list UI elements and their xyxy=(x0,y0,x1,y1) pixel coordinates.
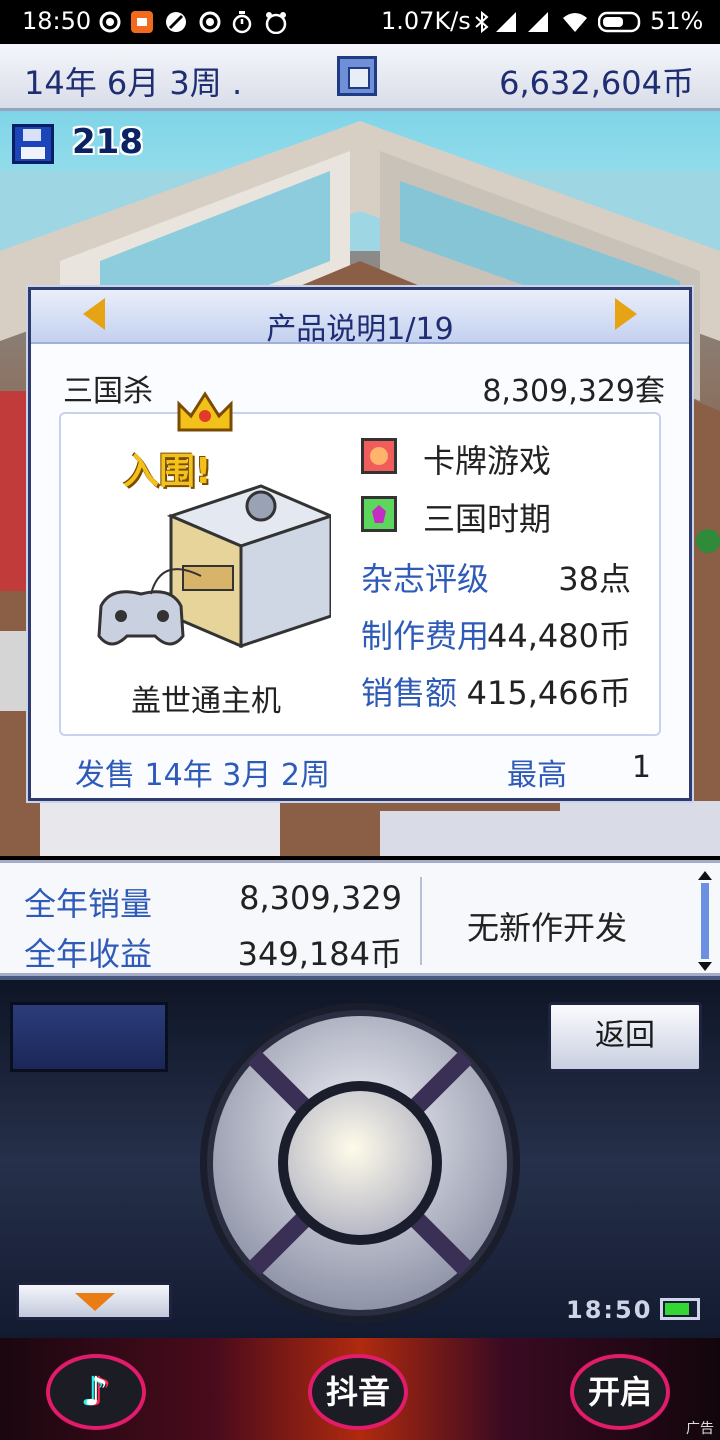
battery-percent: 51% xyxy=(650,7,704,35)
status-bar: 18:50 1.07K/s 51% xyxy=(0,0,720,44)
cost-label: 制作费用 xyxy=(361,617,490,655)
device-battery-icon xyxy=(660,1298,700,1320)
product-total-sales: 8,309,329套 xyxy=(482,374,665,409)
battery-icon xyxy=(597,10,644,34)
year-sales-value: 8,309,329 xyxy=(239,879,402,917)
record-icon xyxy=(98,10,122,34)
genre-label: 卡牌游戏 xyxy=(423,442,552,480)
expand-menu-button[interactable] xyxy=(16,1282,172,1320)
annual-summary-panel: 全年销量 8,309,329 全年收益 349,184币 无新作开发 xyxy=(0,860,720,976)
dpad[interactable] xyxy=(190,998,530,1328)
net-speed: 1.07K/s xyxy=(381,7,471,35)
peak-rank-value: 1 xyxy=(631,750,651,785)
bluetooth-icon xyxy=(470,10,494,34)
theme-label: 三国时期 xyxy=(423,500,552,538)
crown-icon xyxy=(177,391,233,432)
game-date: 14年 6月 3周 . xyxy=(24,64,243,102)
year-revenue-value: 349,184币 xyxy=(237,935,402,973)
console-icon xyxy=(97,484,331,649)
chevron-down-icon xyxy=(75,1293,115,1311)
year-revenue-label: 全年收益 xyxy=(24,935,153,973)
douyin-button[interactable]: 抖音 xyxy=(308,1354,408,1430)
device-clock: 18:50 xyxy=(566,1296,653,1324)
wifi-icon xyxy=(562,10,587,34)
record-icon-2 xyxy=(198,10,222,34)
platform-name: 盖世通主机 xyxy=(131,684,281,719)
peak-rank-label: 最高 xyxy=(507,758,567,793)
center-button[interactable] xyxy=(288,1091,432,1235)
tiktok-logo-icon[interactable]: ♪ xyxy=(46,1354,146,1430)
money-balance: 6,632,604币 xyxy=(499,64,694,102)
controller-panel: 返回 18:50 xyxy=(0,976,720,1342)
theme-gem-icon xyxy=(361,496,397,532)
scroll-up-icon[interactable] xyxy=(698,871,712,880)
ad-label: 广告 xyxy=(686,1421,714,1437)
open-ad-button[interactable]: 开启 xyxy=(570,1354,670,1430)
app-notification-icon xyxy=(130,10,154,34)
rating-label: 杂志评级 xyxy=(361,560,490,598)
summary-scrollbar[interactable] xyxy=(698,871,712,971)
next-product-button[interactable] xyxy=(615,298,637,330)
development-status: 无新作开发 xyxy=(466,909,627,947)
mini-screen xyxy=(10,1002,168,1072)
year-sales-label: 全年销量 xyxy=(24,885,153,923)
pet-icon xyxy=(264,10,288,35)
product-detail-box: 入围! 盖世通主机 卡牌游戏 三国时期 杂志评级 38点 制作费用 44,480… xyxy=(59,391,661,736)
rating-value: 38点 xyxy=(558,560,631,598)
signal-icon xyxy=(494,10,518,34)
cost-value: 44,480币 xyxy=(487,617,631,655)
dialog-title: 产品说明1/19 xyxy=(266,312,454,347)
genre-icon xyxy=(361,438,397,474)
camera-icon xyxy=(348,67,370,89)
timer-icon xyxy=(230,10,254,34)
game-header: 14年 6月 3周 . 6,632,604币 xyxy=(0,44,720,111)
revenue-value: 415,466币 xyxy=(466,674,631,712)
product-name: 三国杀 xyxy=(63,374,153,409)
revenue-label: 销售额 xyxy=(361,674,458,712)
product-info-dialog: 产品说明1/19 三国杀 8,309,329套 入围! 盖世通主机 卡牌游戏 三… xyxy=(28,287,692,801)
dialog-header: 产品说明1/19 xyxy=(31,290,689,347)
status-time: 18:50 xyxy=(22,7,92,35)
back-button[interactable]: 返回 xyxy=(548,1002,702,1072)
signal-icon-2 xyxy=(526,10,550,34)
camera-button[interactable] xyxy=(337,56,377,96)
save-icon[interactable] xyxy=(12,124,54,164)
ad-banner[interactable]: ♪ 抖音 开启 广告 xyxy=(0,1338,720,1440)
save-count: 218 xyxy=(72,122,143,162)
release-date: 发售 14年 3月 2周 xyxy=(75,758,330,793)
divider xyxy=(420,877,422,965)
block-icon xyxy=(164,10,188,34)
scroll-down-icon[interactable] xyxy=(698,962,712,971)
